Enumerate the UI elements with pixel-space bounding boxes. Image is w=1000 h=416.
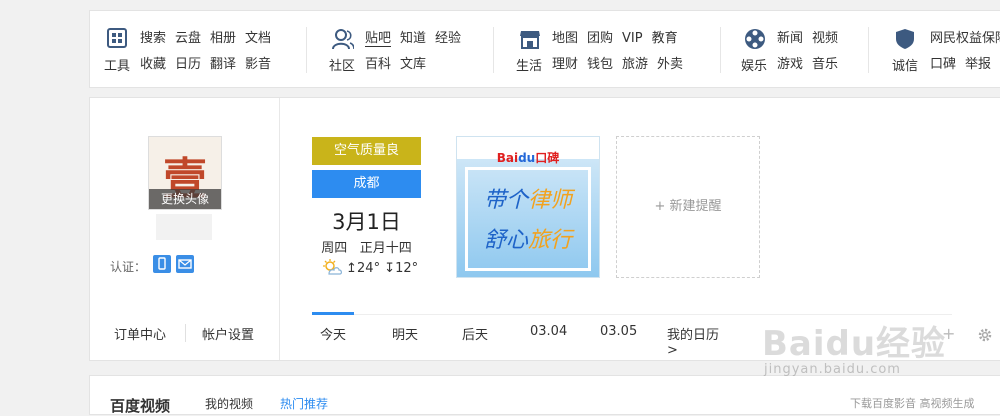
- tab-baseline: [312, 314, 952, 315]
- promo-line-1: 带个律师: [483, 188, 573, 213]
- profile-card: 壹 更换头像 认证： 订单中心 帐户设置: [90, 98, 280, 360]
- city-button[interactable]: 成都: [312, 170, 421, 198]
- partly-sunny-icon: [323, 259, 342, 275]
- nav-link[interactable]: 日历: [175, 53, 201, 72]
- integrity-group-icon[interactable]: 诚信: [892, 25, 918, 75]
- nav-group-label[interactable]: 社区: [325, 55, 359, 74]
- promo-banner[interactable]: Baidu口碑 带个律师 舒心旅行: [456, 136, 600, 278]
- nav-link[interactable]: 教育: [652, 27, 678, 46]
- nav-link[interactable]: 旅游: [622, 53, 648, 72]
- temp-high: ↥24°: [346, 261, 381, 276]
- tools-group-icon[interactable]: 工具: [104, 25, 130, 75]
- nav-link[interactable]: 口碑: [930, 53, 956, 72]
- community-group-icon[interactable]: 社区: [329, 25, 355, 75]
- phone-verify-icon[interactable]: [153, 255, 171, 273]
- nav-link[interactable]: 经验: [435, 27, 461, 46]
- tab-day-after[interactable]: 后天: [462, 324, 488, 343]
- air-quality-badge: 空气质量良: [312, 137, 421, 165]
- username-placeholder: [156, 214, 212, 240]
- nav-link[interactable]: 搜索: [140, 27, 166, 46]
- nav-link[interactable]: 收藏: [140, 53, 166, 72]
- nav-group-label[interactable]: 娱乐: [737, 55, 771, 74]
- lunar-day: 正月十四: [359, 241, 412, 256]
- date-display: 3月1日: [332, 210, 401, 234]
- nav-link[interactable]: 钱包: [587, 53, 613, 72]
- tab-today[interactable]: 今天: [320, 324, 346, 343]
- film-reel-icon: [745, 29, 765, 49]
- verify-label: 认证：: [110, 260, 147, 274]
- nav-link[interactable]: 翻译: [210, 53, 236, 72]
- promo-frame: 带个律师 舒心旅行: [465, 167, 591, 271]
- nav-link[interactable]: 举报: [965, 53, 991, 72]
- tab-tomorrow[interactable]: 明天: [392, 324, 418, 343]
- nav-link[interactable]: 地图: [552, 27, 578, 46]
- shop-icon: [520, 31, 540, 49]
- people-icon: [332, 29, 354, 50]
- nav-link[interactable]: 贴吧: [365, 27, 392, 47]
- nav-link[interactable]: 游戏: [777, 53, 803, 72]
- grid-icon: [107, 28, 127, 48]
- nav-link[interactable]: 新闻: [777, 27, 803, 46]
- tab-date-0305[interactable]: 03.05: [600, 324, 637, 339]
- nav-link[interactable]: 视频: [812, 27, 838, 46]
- nav-link[interactable]: 相册: [210, 27, 236, 46]
- change-avatar-button[interactable]: 更换头像: [149, 189, 221, 209]
- life-group-icon[interactable]: 生活: [516, 25, 542, 75]
- nav-link[interactable]: 影音: [245, 53, 271, 72]
- my-calendar-link[interactable]: 我的日历 >: [667, 324, 732, 358]
- gear-icon[interactable]: [977, 327, 993, 343]
- nav-link[interactable]: 文库: [400, 53, 426, 72]
- weekday: 周四: [321, 241, 348, 256]
- nav-link[interactable]: 云盘: [175, 27, 201, 46]
- baidu-koubei-logo: Baidu口碑: [496, 151, 560, 165]
- promo-line-2: 舒心旅行: [483, 228, 573, 253]
- order-center-link[interactable]: 订单中心: [114, 324, 166, 343]
- nav-divider: [868, 27, 869, 73]
- avatar[interactable]: 壹 更换头像: [148, 136, 222, 210]
- nav-divider: [720, 27, 721, 73]
- nav-link[interactable]: 知道: [400, 27, 426, 46]
- nav-link[interactable]: 外卖: [657, 53, 683, 72]
- download-player-link[interactable]: 下载百度影音 高视频生成: [850, 395, 975, 411]
- video-panel-title: 百度视频: [110, 397, 171, 415]
- nav-link[interactable]: VIP: [622, 31, 643, 46]
- calendar-tabs: 今天 明天 后天 03.04 03.05 我的日历 >: [312, 324, 732, 358]
- active-tab-indicator: [312, 312, 354, 315]
- nav-divider: [306, 27, 307, 73]
- shield-icon: [896, 29, 914, 49]
- top-nav-panel: 工具 搜索 云盘 相册 文档 收藏 日历 翻译 影音 社区 贴吧 知道 经验 百科 文库: [89, 10, 1000, 88]
- email-verify-icon[interactable]: [176, 255, 194, 273]
- link-divider: [185, 324, 186, 342]
- nav-link[interactable]: 百科: [365, 53, 391, 72]
- nav-link[interactable]: 文档: [245, 27, 271, 46]
- temperature: ↥24° ↧12°: [322, 259, 418, 276]
- nav-link[interactable]: 网民权益保障: [930, 27, 1000, 46]
- add-icon[interactable]: +: [942, 324, 955, 343]
- nav-group-label[interactable]: 工具: [100, 55, 134, 74]
- nav-link[interactable]: 理财: [552, 53, 578, 72]
- account-settings-link[interactable]: 帐户设置: [202, 324, 254, 343]
- nav-link[interactable]: 音乐: [812, 53, 838, 72]
- temp-low: ↧12°: [384, 261, 419, 276]
- nav-group-label[interactable]: 生活: [512, 55, 546, 74]
- nav-link[interactable]: 团购: [587, 27, 613, 46]
- entertainment-group-icon[interactable]: 娱乐: [741, 25, 767, 75]
- nav-divider: [493, 27, 494, 73]
- video-panel: 百度视频 我的视频 热门推荐 下载百度影音 高视频生成: [89, 375, 1000, 415]
- lunar-date: 周四 正月十四: [312, 237, 421, 256]
- tab-date-0304[interactable]: 03.04: [530, 324, 567, 339]
- new-reminder-button[interactable]: + 新建提醒: [616, 136, 760, 278]
- main-panel: 壹 更换头像 认证： 订单中心 帐户设置 空气质量良 成都 3月1日 周四 正月…: [89, 97, 1000, 361]
- nav-group-label[interactable]: 诚信: [888, 55, 922, 74]
